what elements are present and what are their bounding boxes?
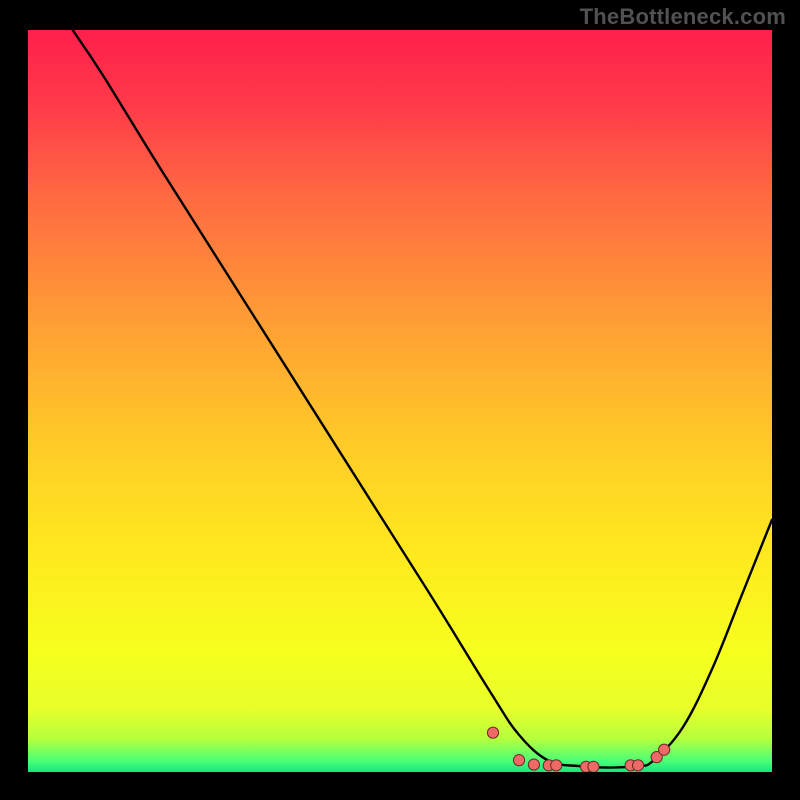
marker-dot	[632, 760, 643, 771]
marker-dot	[659, 744, 670, 755]
watermark-text: TheBottleneck.com	[580, 4, 786, 30]
marker-dot	[487, 727, 498, 738]
marker-dot	[551, 760, 562, 771]
marker-dot	[528, 759, 539, 770]
plot-area	[28, 30, 772, 772]
gradient-background	[28, 30, 772, 772]
bottleneck-chart-svg	[28, 30, 772, 772]
chart-frame: TheBottleneck.com	[0, 0, 800, 800]
marker-dot	[513, 755, 524, 766]
marker-dot	[588, 761, 599, 772]
